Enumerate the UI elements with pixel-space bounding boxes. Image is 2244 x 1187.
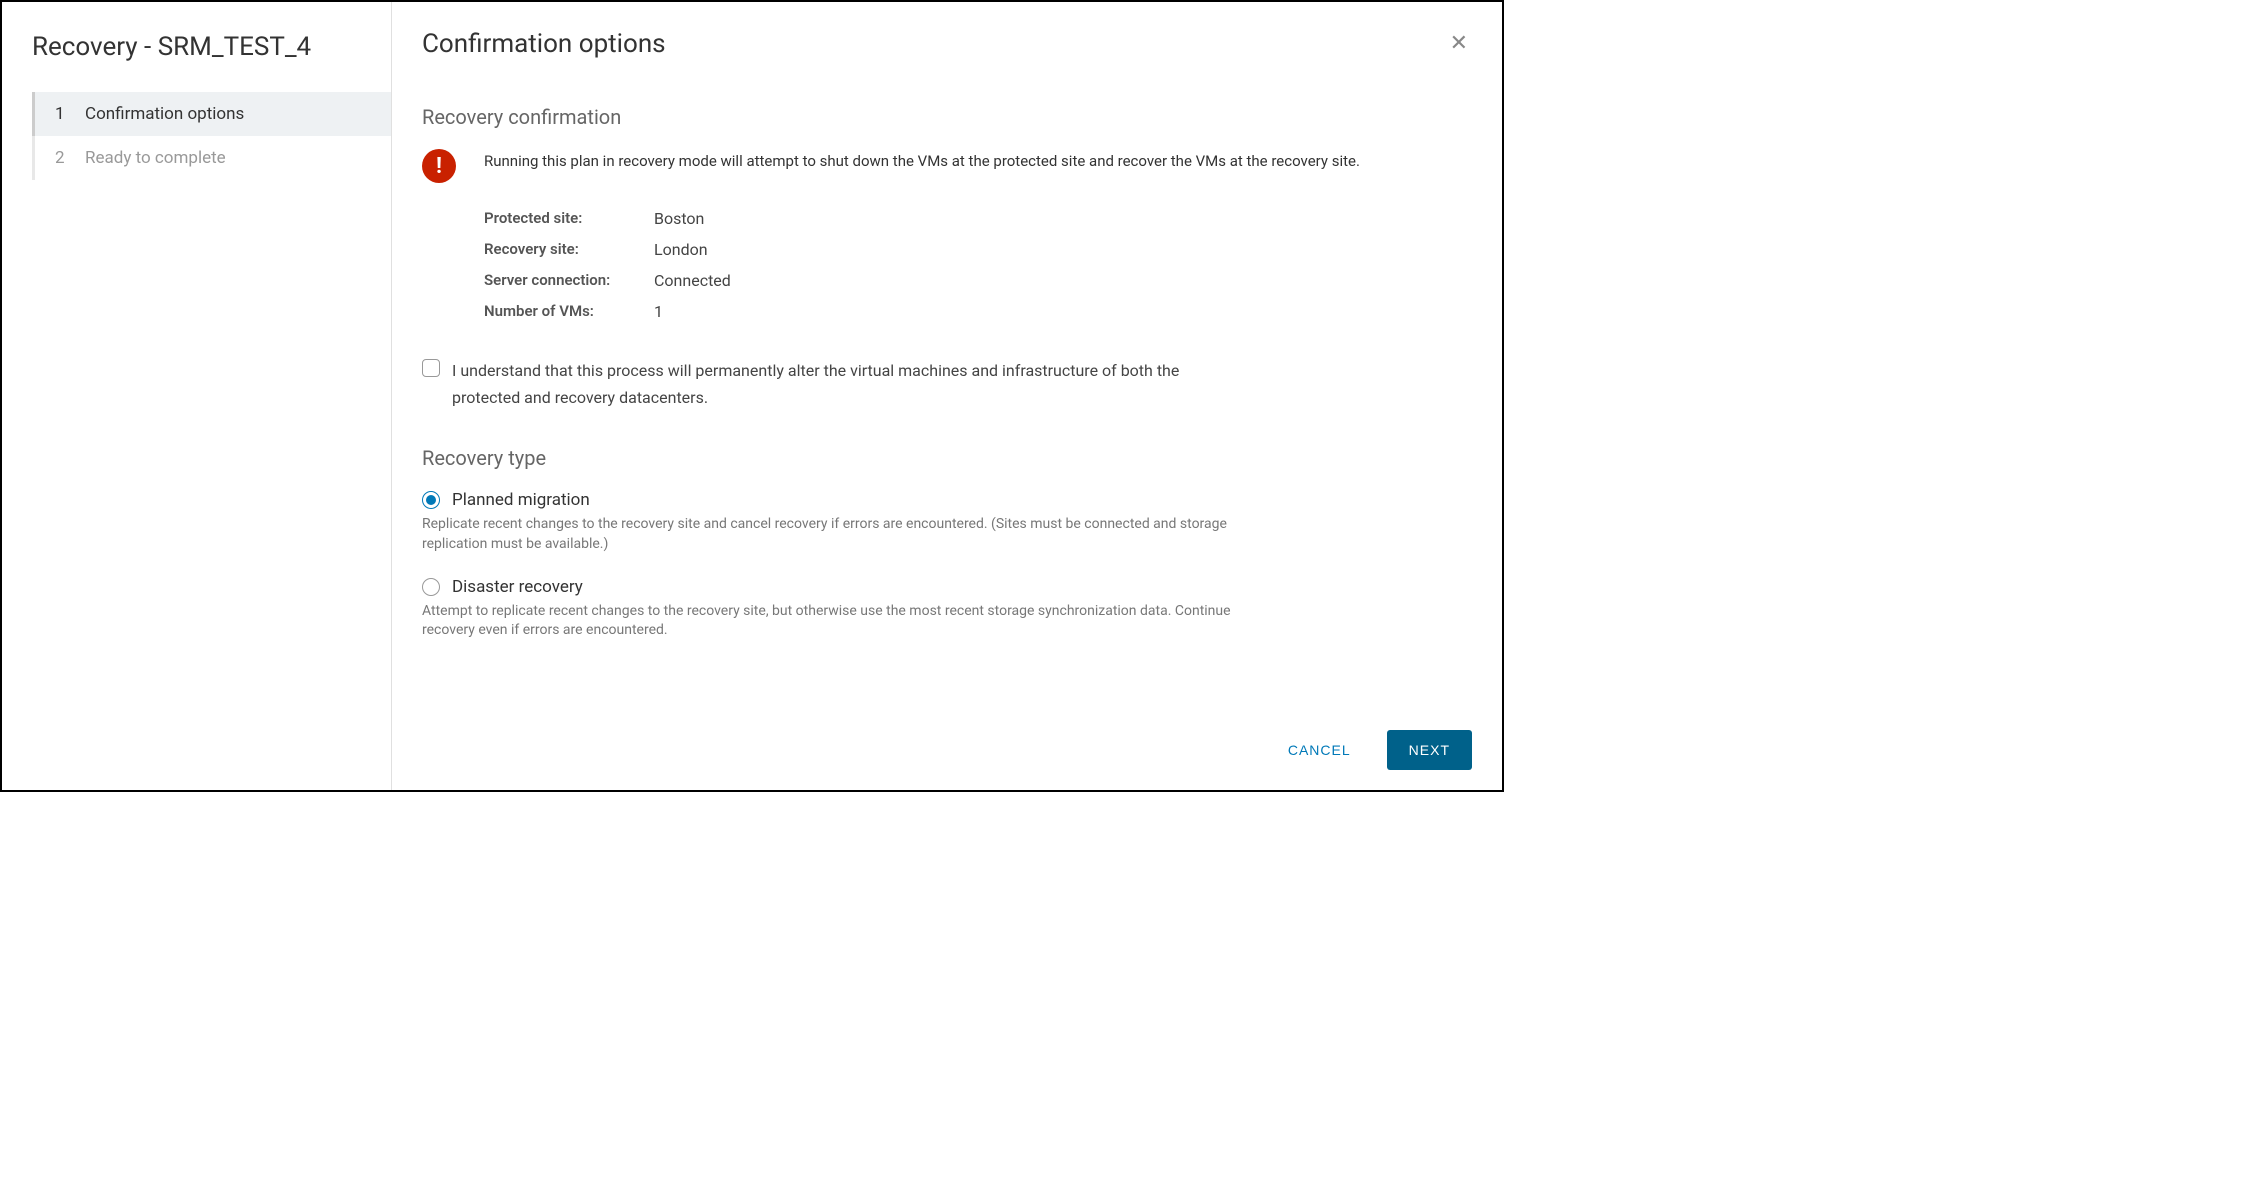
step-confirmation-options[interactable]: 1 Confirmation options [32, 92, 391, 136]
wizard-title: Recovery - SRM_TEST_4 [2, 22, 391, 92]
radio-header: Disaster recovery [422, 577, 1472, 597]
disaster-recovery-label: Disaster recovery [452, 577, 583, 597]
main-panel: Confirmation options ✕ Recovery confirma… [392, 2, 1502, 790]
dialog-footer: CANCEL NEXT [392, 720, 1502, 790]
main-header: Confirmation options ✕ [392, 2, 1502, 75]
recovery-type-heading: Recovery type [422, 446, 1472, 470]
wizard-sidebar: Recovery - SRM_TEST_4 1 Confirmation opt… [2, 2, 392, 790]
disaster-recovery-desc: Attempt to replicate recent changes to t… [422, 602, 1272, 641]
close-icon[interactable]: ✕ [1446, 27, 1472, 60]
radio-header: Planned migration [422, 490, 1472, 510]
recovery-site-label: Recovery site: [484, 240, 654, 259]
wizard-steps: 1 Confirmation options 2 Ready to comple… [32, 92, 391, 180]
acknowledge-checkbox[interactable] [422, 359, 440, 377]
recovery-confirmation-heading: Recovery confirmation [422, 105, 1472, 129]
table-row: Server connection: Connected [484, 265, 1472, 296]
planned-migration-label: Planned migration [452, 490, 590, 510]
number-of-vms-label: Number of VMs: [484, 302, 654, 321]
number-of-vms-value: 1 [654, 302, 663, 321]
server-connection-label: Server connection: [484, 271, 654, 290]
step-label: Confirmation options [85, 104, 244, 124]
recovery-site-value: London [654, 240, 708, 259]
main-body: Recovery confirmation ! Running this pla… [392, 75, 1502, 720]
page-title: Confirmation options [422, 29, 666, 59]
disaster-recovery-option: Disaster recovery Attempt to replicate r… [422, 577, 1472, 641]
table-row: Protected site: Boston [484, 203, 1472, 234]
planned-migration-radio[interactable] [422, 491, 440, 509]
planned-migration-desc: Replicate recent changes to the recovery… [422, 515, 1272, 554]
protected-site-label: Protected site: [484, 209, 654, 228]
step-number: 1 [55, 104, 75, 124]
cancel-button[interactable]: CANCEL [1272, 732, 1367, 768]
acknowledge-row: I understand that this process will perm… [422, 357, 1472, 411]
next-button[interactable]: NEXT [1387, 730, 1472, 770]
alert-text: Running this plan in recovery mode will … [484, 149, 1360, 172]
server-connection-value: Connected [654, 271, 731, 290]
table-row: Number of VMs: 1 [484, 296, 1472, 327]
planned-migration-option: Planned migration Replicate recent chang… [422, 490, 1472, 554]
table-row: Recovery site: London [484, 234, 1472, 265]
acknowledge-label: I understand that this process will perm… [452, 357, 1192, 411]
protected-site-value: Boston [654, 209, 704, 228]
disaster-recovery-radio[interactable] [422, 578, 440, 596]
recovery-dialog: Recovery - SRM_TEST_4 1 Confirmation opt… [0, 0, 1504, 792]
recovery-type-group: Planned migration Replicate recent chang… [422, 490, 1472, 640]
step-label: Ready to complete [85, 148, 226, 168]
alert-row: ! Running this plan in recovery mode wil… [422, 149, 1472, 183]
site-info-table: Protected site: Boston Recovery site: Lo… [484, 203, 1472, 327]
warning-icon: ! [422, 149, 456, 183]
step-ready-to-complete[interactable]: 2 Ready to complete [35, 136, 391, 180]
step-number: 2 [55, 148, 75, 168]
